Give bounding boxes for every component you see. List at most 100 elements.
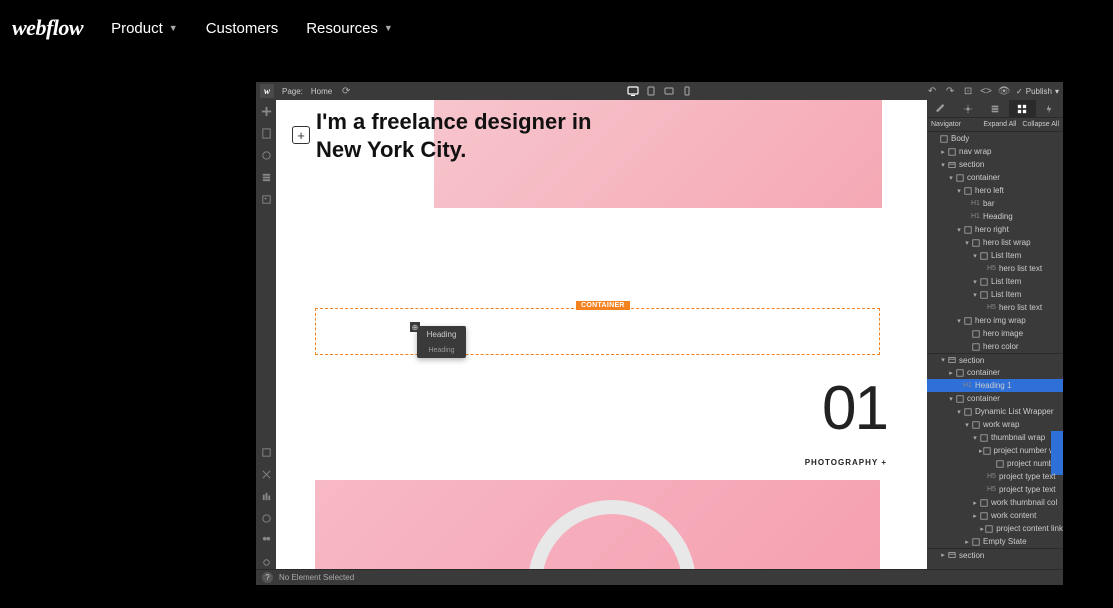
device-desktop[interactable] <box>625 85 641 97</box>
tree-item[interactable]: ▾List Item <box>927 275 1063 288</box>
tree-item[interactable]: ▸work content <box>927 509 1063 522</box>
tree-item[interactable]: H5hero list text <box>927 301 1063 314</box>
tree-item[interactable]: ▸nav wrap <box>927 145 1063 158</box>
tree-item[interactable]: ▸Empty State <box>927 535 1063 548</box>
element-icon <box>985 524 993 533</box>
tree-item[interactable]: hero image <box>927 327 1063 340</box>
tree-item[interactable]: ▸container <box>927 366 1063 379</box>
element-icon <box>939 134 948 143</box>
nav-resources[interactable]: Resources▼ <box>306 20 393 37</box>
chevron-down-icon: ▼ <box>384 23 393 33</box>
tree-item[interactable]: ▾section <box>927 353 1063 366</box>
element-icon <box>971 329 980 338</box>
tool-icon-2[interactable] <box>259 467 273 481</box>
tree-item[interactable]: ▾container <box>927 171 1063 184</box>
export-icon[interactable]: ⊡ <box>962 85 974 97</box>
users-icon[interactable] <box>259 533 273 547</box>
navigator-tab[interactable] <box>1009 100 1036 117</box>
element-icon <box>979 511 988 520</box>
tree-item[interactable]: hero color <box>927 340 1063 353</box>
tree-item[interactable]: project number <box>927 457 1063 470</box>
design-canvas[interactable]: + I'm a freelance designer in New York C… <box>276 100 927 569</box>
page-name[interactable]: Home <box>311 87 332 96</box>
hero-heading[interactable]: I'm a freelance designer in New York Cit… <box>316 108 591 163</box>
element-icon <box>955 173 964 182</box>
tree-item[interactable]: H1Heading <box>927 210 1063 223</box>
tree-item[interactable]: ▾hero right <box>927 223 1063 236</box>
tree-item[interactable]: ▾List Item <box>927 249 1063 262</box>
tree-item[interactable]: ▾section <box>927 158 1063 171</box>
tree-item[interactable]: ▾container <box>927 392 1063 405</box>
left-toolbar <box>256 100 276 569</box>
settings-icon[interactable] <box>259 555 273 569</box>
help-icon[interactable]: ? <box>262 572 273 583</box>
element-icon <box>963 186 972 195</box>
tree-item[interactable]: ▾work wrap <box>927 418 1063 431</box>
element-icon <box>971 537 980 546</box>
tree-item[interactable]: ▾hero list wrap <box>927 236 1063 249</box>
add-button[interactable]: + <box>292 126 310 144</box>
element-icon <box>971 420 980 429</box>
panel-title: Navigator <box>931 121 977 128</box>
tree-item[interactable]: ▾thumbnail wrap <box>927 431 1063 444</box>
tree-item[interactable]: ▸work thumbnail col <box>927 496 1063 509</box>
tree-item[interactable]: Body <box>927 132 1063 145</box>
device-tablet[interactable] <box>643 85 659 97</box>
tree-item[interactable]: ▾hero left <box>927 184 1063 197</box>
popup-heading-label: Heading <box>417 326 466 343</box>
code-icon[interactable]: <> <box>980 85 992 97</box>
element-icon <box>971 238 980 247</box>
element-icon <box>971 342 980 351</box>
audit-icon[interactable] <box>259 511 273 525</box>
tree-item[interactable]: H5project type text <box>927 483 1063 496</box>
symbols-icon[interactable] <box>259 148 273 162</box>
tool-icon-1[interactable] <box>259 445 273 459</box>
tree-item[interactable]: ▸project number wrap <box>927 444 1063 457</box>
container-outline[interactable] <box>315 308 880 355</box>
settings-tab[interactable] <box>954 100 981 117</box>
refresh-icon[interactable]: ⟳ <box>340 85 352 97</box>
tree-item[interactable]: H5hero list text <box>927 262 1063 275</box>
collapse-all[interactable]: Collapse All <box>1022 121 1059 128</box>
tree-item[interactable]: ▸section <box>927 548 1063 561</box>
preview-icon[interactable]: 👁 <box>998 85 1010 97</box>
tree-item[interactable]: H1bar <box>927 197 1063 210</box>
assets-icon[interactable] <box>259 192 273 206</box>
tree-item[interactable]: ▾hero img wrap <box>927 314 1063 327</box>
tree-item[interactable]: H5project type text <box>927 470 1063 483</box>
redo-icon[interactable]: ↷ <box>944 85 956 97</box>
headphones-graphic <box>508 500 688 569</box>
heading-drag-element[interactable]: Heading Heading <box>417 326 466 358</box>
expand-all[interactable]: Expand All <box>983 121 1016 128</box>
cms-icon[interactable] <box>259 170 273 184</box>
tool-icon-3[interactable] <box>259 489 273 503</box>
publish-button[interactable]: ✓ Publish ▾ <box>1016 87 1059 96</box>
device-switcher <box>625 85 695 97</box>
nav-product[interactable]: Product▼ <box>111 20 178 37</box>
add-element-icon[interactable] <box>259 104 273 118</box>
editor-logo-icon[interactable]: w <box>260 84 274 98</box>
project-type-label: PHOTOGRAPHY + <box>805 458 887 467</box>
element-icon <box>947 160 956 169</box>
status-bar: ? No Element Selected <box>256 569 1063 585</box>
element-icon <box>947 551 956 560</box>
style-manager-tab[interactable] <box>981 100 1008 117</box>
element-icon <box>995 459 1004 468</box>
style-tab[interactable] <box>927 100 954 117</box>
tree-item[interactable]: ▸project content link <box>927 522 1063 535</box>
element-icon <box>963 316 972 325</box>
device-mobile[interactable] <box>679 85 695 97</box>
nav-customers[interactable]: Customers <box>206 20 279 37</box>
element-icon <box>955 394 964 403</box>
webflow-logo[interactable]: webflow <box>12 15 83 41</box>
interactions-tab[interactable] <box>1036 100 1063 117</box>
tree-item[interactable]: H1Heading 1 <box>927 379 1063 392</box>
undo-icon[interactable]: ↶ <box>926 85 938 97</box>
drag-handle-icon[interactable] <box>410 322 420 332</box>
device-tablet-landscape[interactable] <box>661 85 677 97</box>
tree-item[interactable]: ▾Dynamic List Wrapper <box>927 405 1063 418</box>
status-text: No Element Selected <box>279 573 354 582</box>
pages-icon[interactable] <box>259 126 273 140</box>
tree-item[interactable]: ▾List Item <box>927 288 1063 301</box>
element-icon <box>983 446 991 455</box>
